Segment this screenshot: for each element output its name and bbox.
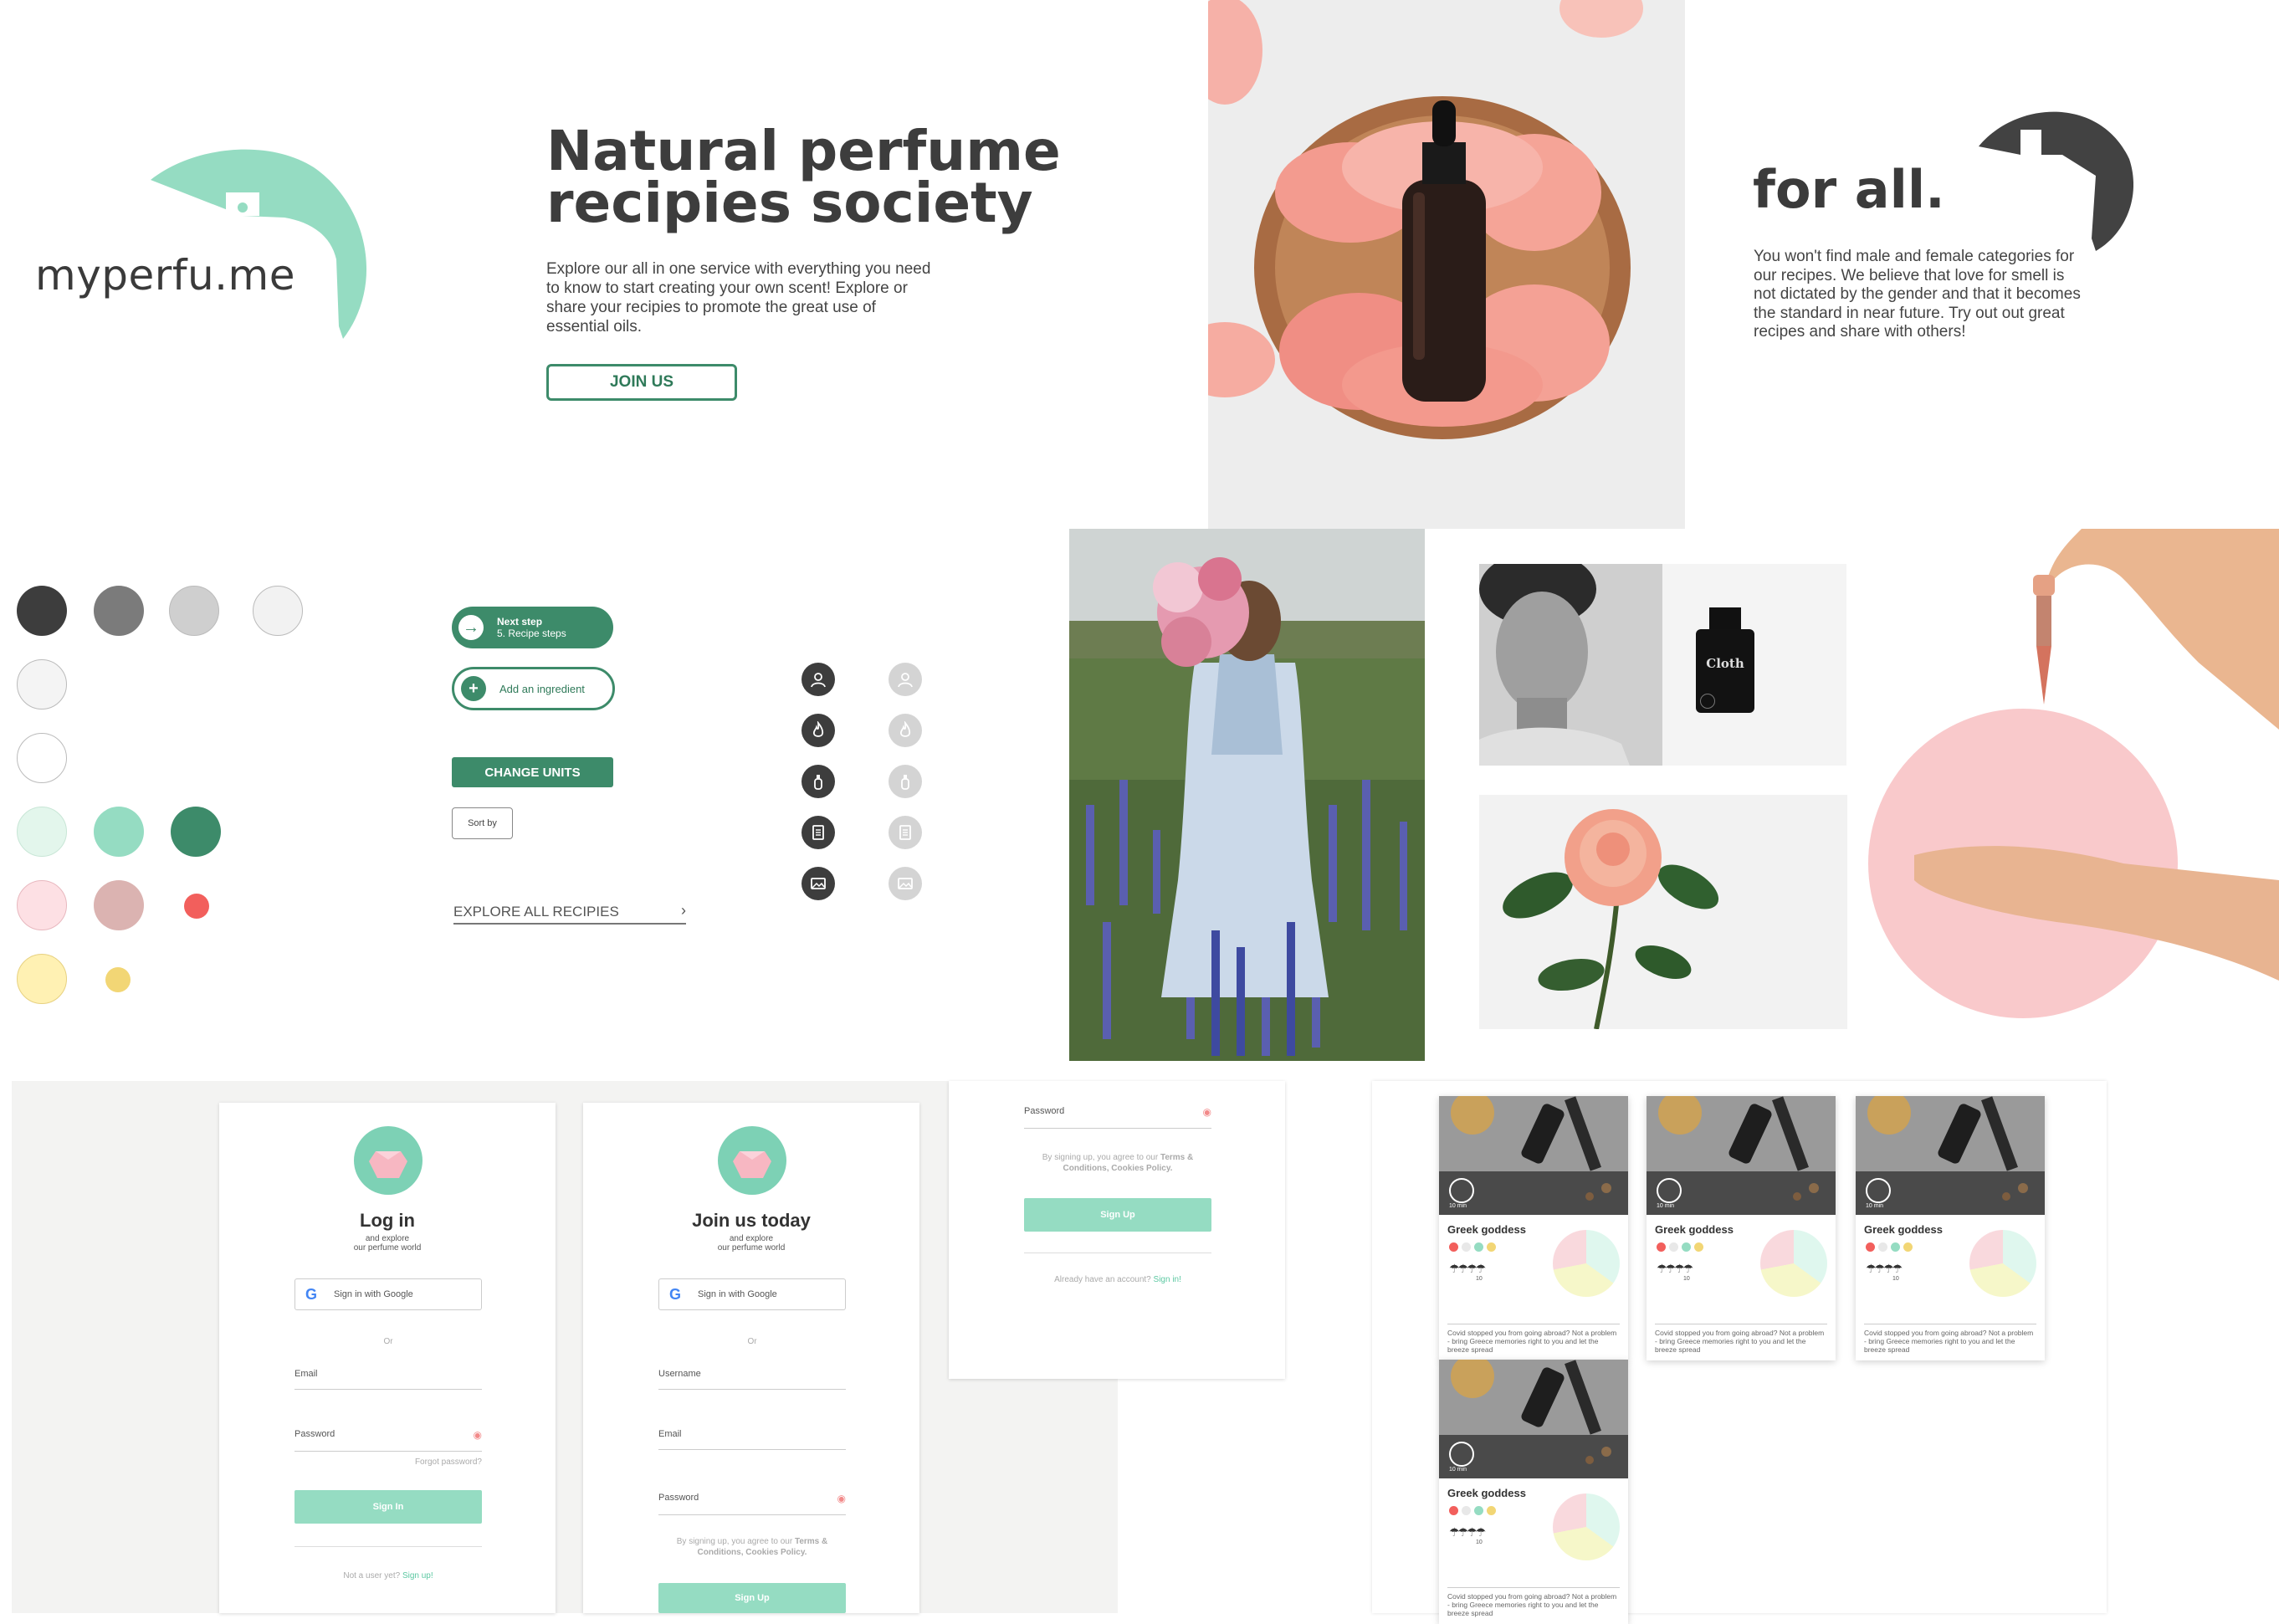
for-all-description: You won't find male and female categorie… <box>1754 248 2081 341</box>
swatch-green <box>171 807 221 857</box>
forgot-password-link[interactable]: Forgot password? <box>398 1458 482 1467</box>
scent-pie <box>1969 1230 2036 1297</box>
swatch-yellow-light <box>17 954 67 1004</box>
swatch-mint-light <box>17 807 67 857</box>
sign-in-link[interactable]: Sign in! <box>1154 1275 1181 1284</box>
scent-pie <box>1553 1493 1620 1560</box>
arrow-right-icon: → <box>458 615 484 640</box>
rose-photo <box>1479 795 1847 1029</box>
password-field[interactable]: Password ◉ <box>658 1493 846 1515</box>
email-field[interactable]: Email <box>294 1369 482 1390</box>
logo-badge <box>354 1126 423 1195</box>
signup-prompt: Not a user yet? Sign up! <box>343 1571 433 1580</box>
timer-icon <box>1657 1178 1682 1203</box>
swatch-smoke <box>17 659 67 710</box>
woman-in-field-photo <box>1069 529 1425 1061</box>
sign-up-button[interactable]: Sign Up <box>658 1583 846 1613</box>
dropper-bottle-photo <box>1208 0 1685 529</box>
login-divider <box>294 1546 482 1547</box>
logo-badge <box>718 1126 786 1195</box>
recipe-photo: 10 min <box>1856 1096 2045 1215</box>
hand-dropper-photo <box>1847 529 2279 1061</box>
signup-continued-card: Password ◉ By signing up, you agree to o… <box>949 1081 1285 1379</box>
join-us-button[interactable]: JOIN US <box>546 364 737 401</box>
sign-up-button[interactable]: Sign Up <box>1024 1198 1211 1232</box>
recipe-photo: 10 min <box>1439 1360 1628 1478</box>
accent-mark <box>1974 96 2134 259</box>
sort-by-button[interactable]: Sort by <box>452 807 513 839</box>
login-title: Log in <box>360 1210 415 1231</box>
swatch-pink-light <box>17 880 67 930</box>
swatch-grey <box>94 586 144 636</box>
recipe-card[interactable]: 10 min Greek goddess ☂☂☂☂ 10 Covid stopp… <box>1856 1096 2045 1360</box>
timer-icon <box>1449 1442 1474 1467</box>
cloth-bottle-photo: Cloth <box>1662 564 1846 766</box>
recipe-photo: 10 min <box>1439 1096 1628 1215</box>
flame-icon <box>889 714 922 747</box>
username-field[interactable]: Username <box>658 1369 846 1390</box>
recipe-description: Covid stopped you from going abroad? Not… <box>1655 1324 1827 1360</box>
password-field[interactable]: Password ◉ <box>294 1429 482 1452</box>
swatch-mint <box>94 807 144 857</box>
email-field[interactable]: Email <box>658 1429 846 1450</box>
google-icon: G <box>669 1285 682 1303</box>
scent-pie <box>1760 1230 1827 1297</box>
brand-name: myperfu.me <box>35 251 296 300</box>
flame-icon <box>801 714 835 747</box>
swatch-yellow <box>105 967 131 992</box>
hero-title: Natural perfume recipies society <box>546 119 1061 235</box>
recipe-photo: 10 min <box>1647 1096 1836 1215</box>
change-units-button[interactable]: CHANGE UNITS <box>452 757 613 787</box>
cloth-label: Cloth <box>1706 656 1744 671</box>
explore-all-recipes-link[interactable]: EXPLORE ALL RECIPIES › <box>453 902 686 925</box>
password-field[interactable]: Password ◉ <box>1024 1106 1211 1129</box>
user-icon <box>801 663 835 696</box>
image-icon <box>801 867 835 900</box>
terms-text: By signing up, you agree to our Terms & … <box>676 1537 828 1557</box>
hero-description: Explore our all in one service with ever… <box>546 260 931 336</box>
user-icon <box>889 663 922 696</box>
swatch-white <box>17 733 67 783</box>
swatch-coral <box>184 894 209 919</box>
document-icon <box>889 816 922 849</box>
man-portrait-photo <box>1479 564 1662 766</box>
sign-up-link[interactable]: Sign up! <box>402 1571 433 1580</box>
chevron-right-icon: › <box>681 902 686 919</box>
swatch-dusty-rose <box>94 880 144 930</box>
timer-icon <box>1866 1178 1891 1203</box>
eye-icon[interactable]: ◉ <box>837 1493 846 1504</box>
bottle-icon <box>801 765 835 798</box>
recipe-description: Covid stopped you from going abroad? Not… <box>1447 1324 1620 1360</box>
terms-text: By signing up, you agree to our Terms & … <box>1042 1153 1194 1173</box>
image-icon <box>889 867 922 900</box>
recipe-card[interactable]: 10 min Greek goddess ☂☂☂☂ 10 Covid stopp… <box>1439 1360 1628 1624</box>
recipe-description: Covid stopped you from going abroad? Not… <box>1447 1587 1620 1624</box>
add-ingredient-button[interactable]: + Add an ingredient <box>452 667 615 710</box>
next-step-button[interactable]: → Next step 5. Recipe steps <box>452 607 613 648</box>
swatch-light-grey <box>169 586 219 636</box>
signup-title: Join us today <box>692 1210 811 1231</box>
scent-pie <box>1553 1230 1620 1297</box>
swatch-off-white <box>253 586 303 636</box>
google-icon: G <box>305 1285 318 1303</box>
bottle-icon <box>889 765 922 798</box>
recipe-card[interactable]: 10 min Greek goddess ☂☂☂☂ 10 Covid stopp… <box>1647 1096 1836 1360</box>
login-card: Log in and explore our perfume world G S… <box>219 1103 556 1613</box>
signup-card: Join us today and explore our perfume wo… <box>583 1103 919 1613</box>
eye-icon[interactable]: ◉ <box>474 1429 482 1441</box>
google-signin-button[interactable]: G Sign in with Google <box>294 1278 482 1310</box>
recipe-description: Covid stopped you from going abroad? Not… <box>1864 1324 2036 1360</box>
plus-icon: + <box>461 676 486 701</box>
signin-prompt: Already have an account? Sign in! <box>1054 1275 1181 1284</box>
eye-icon[interactable]: ◉ <box>1203 1106 1211 1118</box>
document-icon <box>801 816 835 849</box>
sign-in-button[interactable]: Sign In <box>294 1490 482 1524</box>
swatch-charcoal <box>17 586 67 636</box>
recipe-card[interactable]: 10 min Greek goddess ☂☂☂☂ 10 Covid stopp… <box>1439 1096 1628 1360</box>
google-signin-button[interactable]: G Sign in with Google <box>658 1278 846 1310</box>
for-all-title: for all. <box>1753 159 1945 220</box>
timer-icon <box>1449 1178 1474 1203</box>
